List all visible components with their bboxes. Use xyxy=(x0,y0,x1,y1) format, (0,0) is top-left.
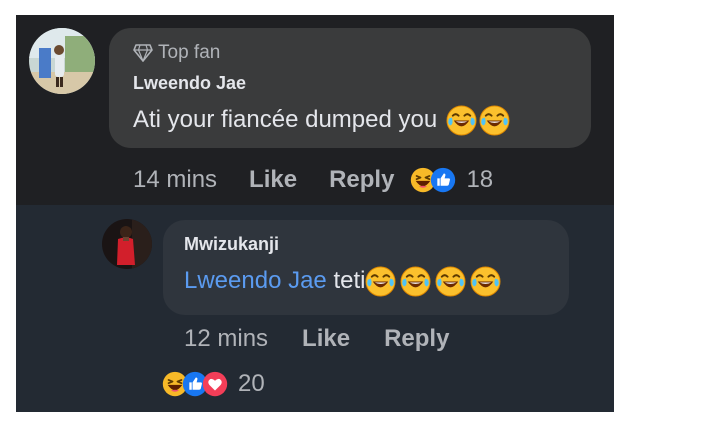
laugh-cry-emoji-icon xyxy=(446,105,477,136)
like-button[interactable]: Like xyxy=(249,166,297,194)
reply-reaction-count: 20 xyxy=(238,370,265,397)
reply-thread: Mwizukanji Lweendo Jae teti 12 mins Like… xyxy=(16,205,614,412)
comment-meta-row: 14 mins Like Reply 18 xyxy=(133,163,493,197)
comment-bubble: Top fan Lweendo Jae Ati your fiancée dum… xyxy=(109,28,591,148)
reply-timestamp[interactable]: 12 mins xyxy=(184,325,268,353)
reaction-count: 18 xyxy=(466,166,494,193)
love-reaction-icon xyxy=(202,371,228,397)
top-fan-badge: Top fan xyxy=(133,42,220,64)
reply-reply-button[interactable]: Reply xyxy=(384,325,449,353)
reply-author[interactable]: Mwizukanji xyxy=(184,234,279,255)
top-comment: Top fan Lweendo Jae Ati your fiancée dum… xyxy=(16,15,614,205)
laugh-cry-emoji-icon xyxy=(365,266,396,297)
avatar-photo-icon xyxy=(102,219,152,269)
reply-meta-row: 12 mins Like Reply xyxy=(184,322,449,356)
laugh-cry-emoji-icon xyxy=(479,105,510,136)
reply-reaction-summary[interactable]: 20 xyxy=(162,368,265,400)
comment-text: Ati your fiancée dumped you xyxy=(133,106,438,133)
reaction-summary[interactable]: 18 xyxy=(410,166,493,194)
comments-panel: Top fan Lweendo Jae Ati your fiancée dum… xyxy=(16,15,614,412)
comment-author[interactable]: Lweendo Jae xyxy=(133,73,246,94)
top-fan-label: Top fan xyxy=(158,42,221,63)
laugh-cry-emoji-icon xyxy=(435,266,466,297)
reply-text-row: Lweendo Jae teti xyxy=(184,264,501,298)
reply-like-button[interactable]: Like xyxy=(302,325,350,353)
replier-avatar[interactable] xyxy=(102,219,152,269)
reply-bubble: Mwizukanji Lweendo Jae teti xyxy=(163,220,569,315)
commenter-avatar[interactable] xyxy=(29,28,95,94)
comment-timestamp[interactable]: 14 mins xyxy=(133,166,217,194)
mention-link[interactable]: Lweendo Jae xyxy=(184,267,327,295)
diamond-icon xyxy=(133,44,153,62)
laugh-cry-emoji-icon xyxy=(400,266,431,297)
reply-text: teti xyxy=(326,267,366,294)
reply-button[interactable]: Reply xyxy=(329,166,394,194)
laugh-cry-emoji-icon xyxy=(470,266,501,297)
avatar-photo-icon xyxy=(29,28,95,94)
like-reaction-icon xyxy=(430,167,456,193)
comment-text-row: Ati your fiancée dumped you xyxy=(133,103,510,137)
